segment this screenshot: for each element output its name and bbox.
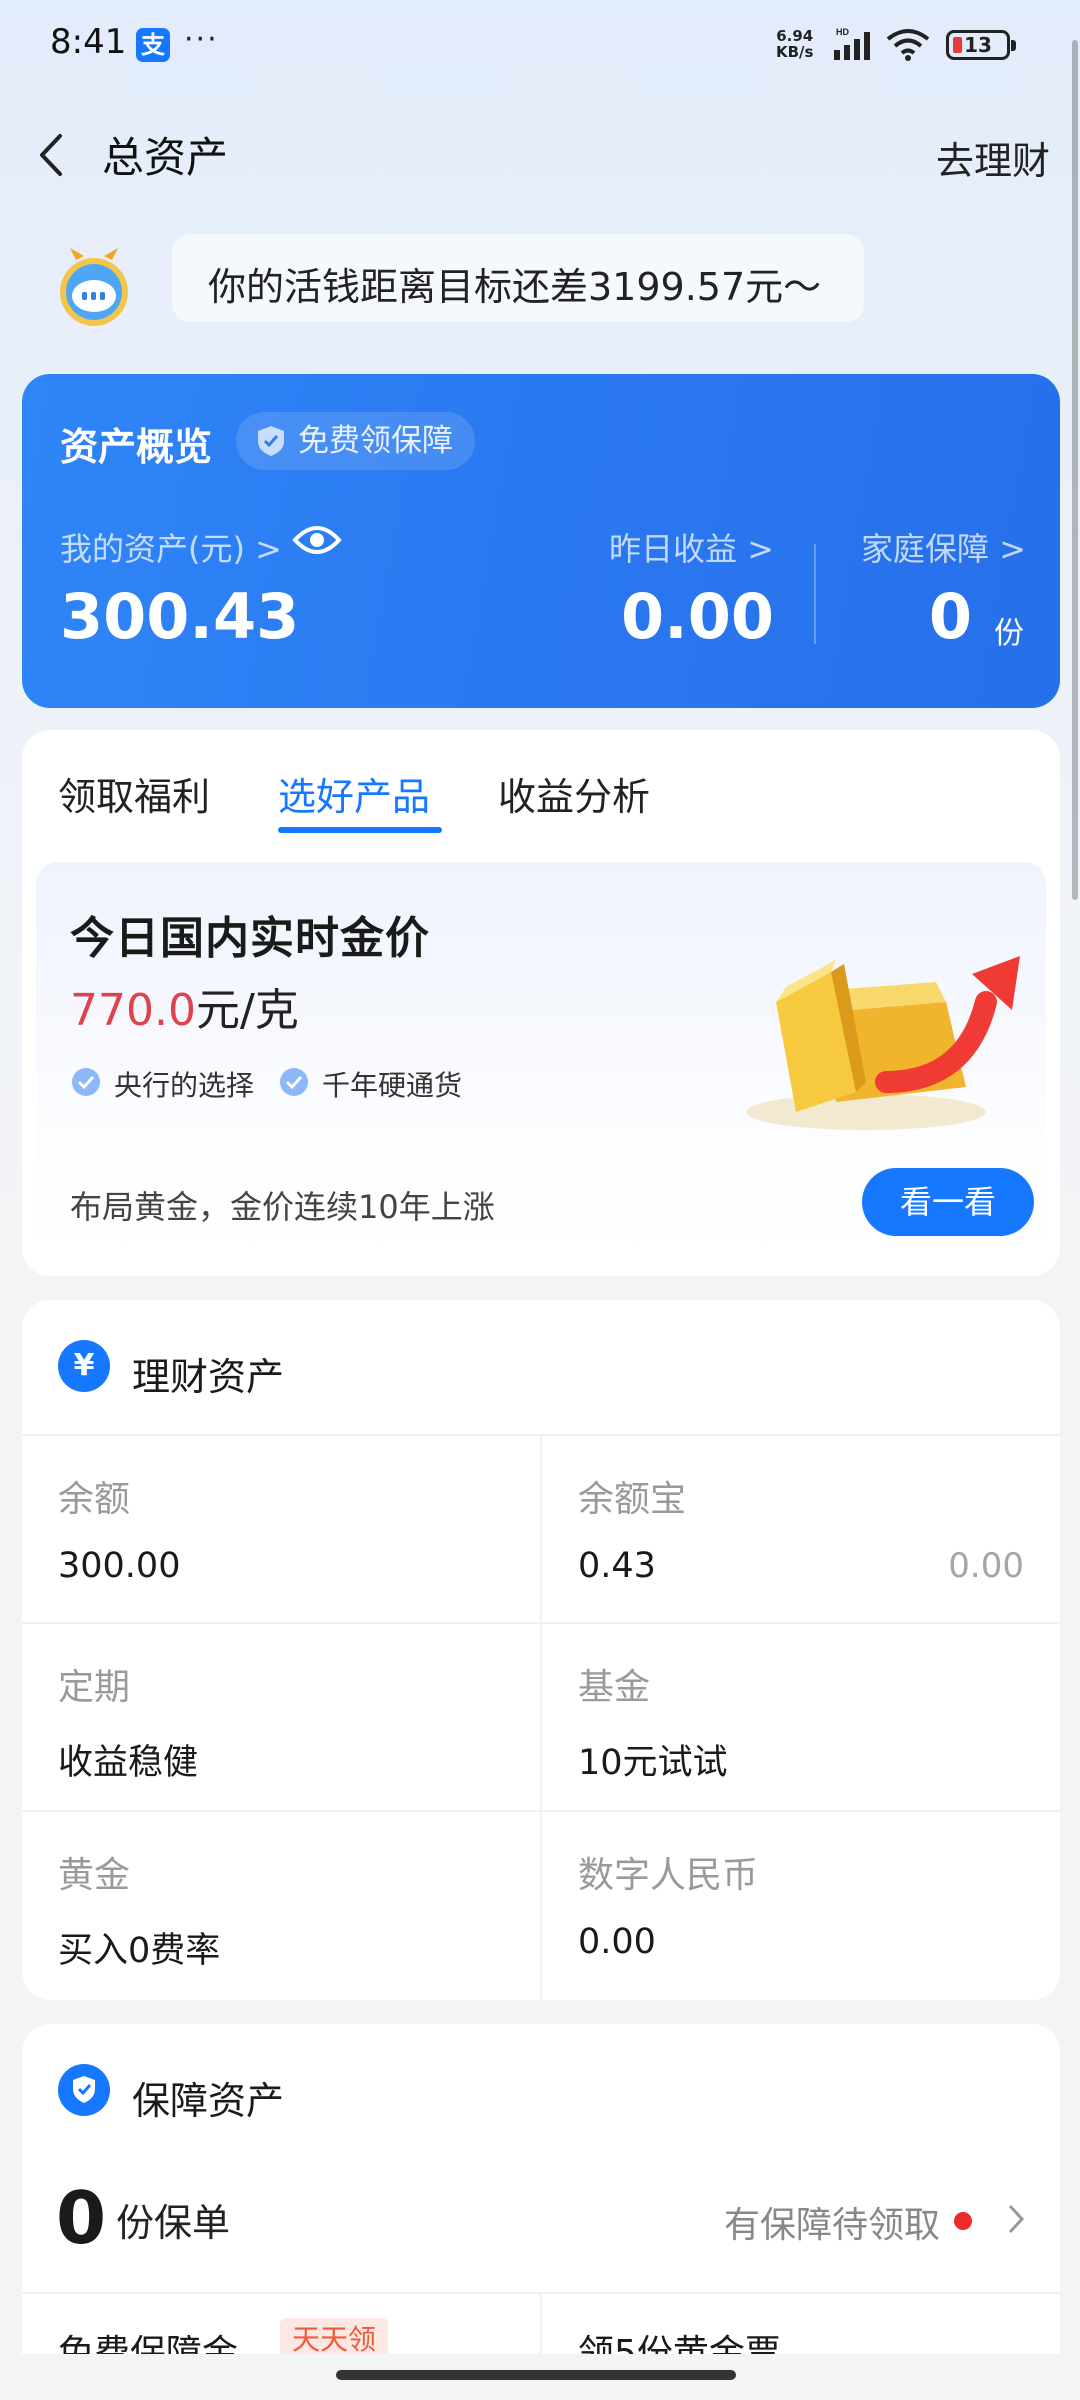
- tab-benefits[interactable]: 领取福利: [58, 766, 210, 821]
- policy-unit: 份保单: [116, 2201, 231, 2245]
- cell-label: 定期: [58, 1667, 131, 1708]
- grid-divider: [540, 1434, 542, 2000]
- assistant-message-text: 你的活钱距离目标还差3199.57元～: [208, 265, 822, 309]
- gold-tag-currency: 千年硬通货: [278, 1064, 462, 1104]
- product-tabs: 领取福利 选好产品 收益分析: [22, 730, 1060, 844]
- eye-toggle-icon[interactable]: [292, 520, 342, 560]
- protection-assets-title: 保障资产: [132, 2079, 285, 2123]
- yuan-icon: ¥: [58, 1340, 110, 1392]
- finance-assets-card: ¥ 理财资产 余额 300.00 余额宝 0.43 0.00 定期 收益稳健 基…: [22, 1300, 1060, 2000]
- cell-label: 余额宝: [578, 1479, 687, 1520]
- cell-value: 0.00: [578, 1922, 656, 1962]
- free-protection-label: 免费领保障: [298, 423, 453, 459]
- policy-count: 0: [56, 2176, 107, 2260]
- assistant-message-bubble[interactable]: 你的活钱距离目标还差3199.57元～: [172, 234, 864, 322]
- gold-tag-central-bank: 央行的选择: [70, 1064, 254, 1104]
- my-assets-label[interactable]: 我的资产(元) >: [60, 524, 282, 570]
- svg-text:HD: HD: [836, 27, 849, 37]
- cell-label: 余额: [58, 1479, 131, 1520]
- finance-assets-title: 理财资产: [132, 1355, 285, 1399]
- nav-bar: 总资产 去理财: [0, 110, 1080, 194]
- page-title: 总资产: [102, 133, 229, 182]
- cell-label: 黄金: [58, 1855, 131, 1896]
- my-assets-value: 300.43: [60, 580, 300, 653]
- gold-card-title: 今日国内实时金价: [70, 913, 430, 964]
- tab-earnings-analysis[interactable]: 收益分析: [498, 766, 650, 821]
- gold-price: 770.0元/克: [70, 974, 299, 1038]
- yesterday-earnings-value: 0.00: [621, 580, 774, 653]
- notification-dot: [954, 2212, 972, 2230]
- free-protection-fund-label[interactable]: 免费保障金: [58, 2324, 238, 2354]
- back-arrow-icon[interactable]: [32, 130, 72, 180]
- check-circle-icon: [280, 1068, 308, 1096]
- home-indicator[interactable]: [336, 2370, 736, 2380]
- scrollbar[interactable]: [1072, 40, 1078, 900]
- shield-check-icon: [258, 426, 284, 456]
- view-gold-button[interactable]: 看一看: [862, 1168, 1034, 1236]
- family-protection-label[interactable]: 家庭保障 >: [861, 524, 1026, 570]
- signal-icon: HD: [834, 27, 870, 60]
- cell-value: 买入0费率: [58, 1931, 221, 1971]
- alipay-notification-icon: 支: [136, 28, 170, 62]
- pending-protection-link[interactable]: 有保障待领取: [724, 2196, 940, 2248]
- cell-label: 基金: [578, 1667, 651, 1708]
- asset-overview-card: 资产概览 免费领保障 我的资产(元) > 300.43 昨日收益 > 0.00 …: [22, 374, 1060, 708]
- gold-tag-1-text: 央行的选择: [114, 1069, 255, 1102]
- go-invest-link[interactable]: 去理财: [936, 130, 1050, 185]
- overview-divider: [814, 544, 816, 644]
- gold-ticket-label[interactable]: 领5份黄金票: [578, 2324, 781, 2354]
- chevron-right-icon[interactable]: [1006, 2202, 1026, 2236]
- more-notifications-icon: ···: [184, 22, 219, 57]
- cell-value: 10元试试: [578, 1743, 728, 1783]
- cell-value: 300.00: [58, 1546, 181, 1586]
- gold-description: 布局黄金，金价连续10年上涨: [70, 1188, 495, 1226]
- active-tab-indicator: [278, 827, 442, 833]
- cell-sub-value: 0.00: [948, 1546, 1024, 1586]
- network-speed-unit: KB/s: [776, 43, 814, 61]
- shield-icon: [58, 2064, 110, 2116]
- network-speed: 6.94 KB/s: [776, 28, 813, 60]
- protection-assets-card: 保障资产 0 份保单 有保障待领取 免费保障金 天天领 领5份黄金票: [22, 2024, 1060, 2354]
- gold-price-number: 770.0: [70, 985, 196, 1036]
- network-speed-value: 6.94: [776, 27, 814, 45]
- wifi-icon: [886, 29, 930, 61]
- status-bar: 8:41 支 ··· 6.94 KB/s HD 13: [0, 0, 1080, 90]
- status-time: 8:41: [50, 22, 127, 62]
- cell-value: 收益稳健: [58, 1743, 199, 1783]
- tab-products[interactable]: 选好产品: [278, 766, 430, 821]
- cell-label: 数字人民币: [578, 1855, 759, 1896]
- gold-tag-2-text: 千年硬通货: [322, 1069, 463, 1102]
- overview-title: 资产概览: [60, 425, 213, 469]
- cell-value: 0.43: [578, 1546, 656, 1586]
- grid-divider: [540, 2292, 542, 2354]
- daily-claim-tag: 天天领: [280, 2318, 389, 2354]
- family-protection-value: 0: [928, 580, 972, 653]
- battery-icon: 13: [946, 30, 1016, 60]
- mascot-avatar-icon[interactable]: [56, 246, 132, 326]
- check-circle-icon: [72, 1068, 100, 1096]
- gold-bars-rising-arrow-icon: [746, 956, 1020, 1130]
- yesterday-earnings-label[interactable]: 昨日收益 >: [609, 524, 774, 570]
- gold-price-card[interactable]: 今日国内实时金价 770.0元/克 央行的选择 千年硬通货 布局黄金，金价连续1…: [36, 862, 1046, 1260]
- family-protection-unit: 份: [994, 616, 1024, 651]
- gold-price-unit: 元/克: [195, 985, 299, 1036]
- product-section: 领取福利 选好产品 收益分析 今日国内实时金价 770.0元/克 央行的选择 千…: [22, 730, 1060, 1276]
- free-protection-badge[interactable]: 免费领保障: [236, 412, 475, 470]
